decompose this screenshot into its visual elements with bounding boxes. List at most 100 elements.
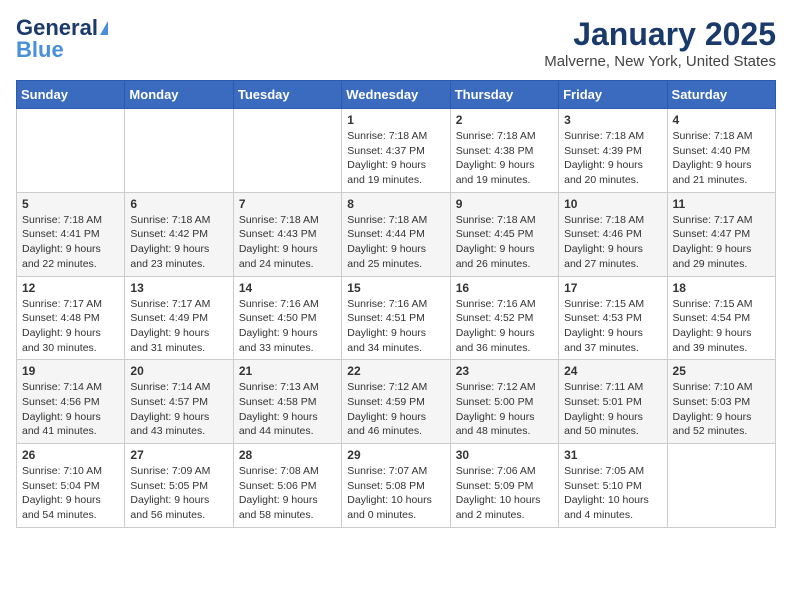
calendar-cell: 17 Sunrise: 7:15 AM Sunset: 4:53 PM Dayli… <box>559 276 667 360</box>
day-info: Sunrise: 7:18 AM Sunset: 4:40 PM Dayligh… <box>673 129 770 188</box>
page-header: General Blue January 2025 Malverne, New … <box>16 16 776 70</box>
weekday-header-sunday: Sunday <box>17 81 125 109</box>
month-title: January 2025 <box>544 16 776 53</box>
calendar-week-row: 19 Sunrise: 7:14 AM Sunset: 4:56 PM Dayli… <box>17 360 776 444</box>
location: Malverne, New York, United States <box>544 53 776 70</box>
day-info: Sunrise: 7:15 AM Sunset: 4:54 PM Dayligh… <box>673 297 770 356</box>
calendar-cell: 15 Sunrise: 7:16 AM Sunset: 4:51 PM Dayli… <box>342 276 450 360</box>
day-number: 16 <box>456 281 553 295</box>
calendar-week-row: 26 Sunrise: 7:10 AM Sunset: 5:04 PM Dayli… <box>17 444 776 528</box>
calendar-cell: 30Sunrise: 7:06 AM Sunset: 5:09 PM Dayli… <box>450 444 558 528</box>
calendar-cell: 26 Sunrise: 7:10 AM Sunset: 5:04 PM Dayli… <box>17 444 125 528</box>
weekday-header-wednesday: Wednesday <box>342 81 450 109</box>
day-number: 10 <box>564 197 661 211</box>
day-number: 15 <box>347 281 444 295</box>
day-info: Sunrise: 7:18 AM Sunset: 4:39 PM Dayligh… <box>564 129 661 188</box>
calendar-cell: 11Sunrise: 7:17 AM Sunset: 4:47 PM Dayli… <box>667 192 775 276</box>
day-number: 3 <box>564 113 661 127</box>
day-info: Sunrise: 7:18 AM Sunset: 4:37 PM Dayligh… <box>347 129 444 188</box>
day-number: 5 <box>22 197 119 211</box>
calendar-cell: 10 Sunrise: 7:18 AM Sunset: 4:46 PM Dayli… <box>559 192 667 276</box>
weekday-header-friday: Friday <box>559 81 667 109</box>
day-info: Sunrise: 7:10 AM Sunset: 5:03 PM Dayligh… <box>673 380 770 439</box>
logo-blue: Blue <box>16 38 64 62</box>
day-number: 28 <box>239 448 336 462</box>
day-number: 2 <box>456 113 553 127</box>
day-info: Sunrise: 7:18 AM Sunset: 4:46 PM Dayligh… <box>564 213 661 272</box>
calendar-cell: 13Sunrise: 7:17 AM Sunset: 4:49 PM Dayli… <box>125 276 233 360</box>
weekday-header-monday: Monday <box>125 81 233 109</box>
day-info: Sunrise: 7:12 AM Sunset: 4:59 PM Dayligh… <box>347 380 444 439</box>
calendar-cell: 24 Sunrise: 7:11 AM Sunset: 5:01 PM Dayli… <box>559 360 667 444</box>
day-number: 27 <box>130 448 227 462</box>
day-info: Sunrise: 7:17 AM Sunset: 4:49 PM Dayligh… <box>130 297 227 356</box>
calendar-cell: 3 Sunrise: 7:18 AM Sunset: 4:39 PM Daylig… <box>559 109 667 193</box>
day-info: Sunrise: 7:10 AM Sunset: 5:04 PM Dayligh… <box>22 464 119 523</box>
day-number: 1 <box>347 113 444 127</box>
day-number: 4 <box>673 113 770 127</box>
calendar-week-row: 1 Sunrise: 7:18 AM Sunset: 4:37 PM Daylig… <box>17 109 776 193</box>
day-info: Sunrise: 7:14 AM Sunset: 4:57 PM Dayligh… <box>130 380 227 439</box>
calendar-cell: 28 Sunrise: 7:08 AM Sunset: 5:06 PM Dayli… <box>233 444 341 528</box>
day-number: 17 <box>564 281 661 295</box>
day-info: Sunrise: 7:08 AM Sunset: 5:06 PM Dayligh… <box>239 464 336 523</box>
calendar-cell: 31Sunrise: 7:05 AM Sunset: 5:10 PM Dayli… <box>559 444 667 528</box>
day-info: Sunrise: 7:14 AM Sunset: 4:56 PM Dayligh… <box>22 380 119 439</box>
calendar-cell: 19 Sunrise: 7:14 AM Sunset: 4:56 PM Dayli… <box>17 360 125 444</box>
calendar-cell: 7 Sunrise: 7:18 AM Sunset: 4:43 PM Daylig… <box>233 192 341 276</box>
title-block: January 2025 Malverne, New York, United … <box>544 16 776 70</box>
day-info: Sunrise: 7:16 AM Sunset: 4:51 PM Dayligh… <box>347 297 444 356</box>
day-number: 8 <box>347 197 444 211</box>
calendar-cell <box>233 109 341 193</box>
calendar-cell: 27 Sunrise: 7:09 AM Sunset: 5:05 PM Dayli… <box>125 444 233 528</box>
day-number: 22 <box>347 364 444 378</box>
calendar-cell: 6Sunrise: 7:18 AM Sunset: 4:42 PM Daylig… <box>125 192 233 276</box>
calendar-cell <box>17 109 125 193</box>
day-info: Sunrise: 7:11 AM Sunset: 5:01 PM Dayligh… <box>564 380 661 439</box>
logo: General Blue <box>16 16 108 62</box>
calendar-cell: 29 Sunrise: 7:07 AM Sunset: 5:08 PM Dayli… <box>342 444 450 528</box>
logo-triangle-icon <box>100 21 108 35</box>
calendar-week-row: 12Sunrise: 7:17 AM Sunset: 4:48 PM Dayli… <box>17 276 776 360</box>
day-number: 24 <box>564 364 661 378</box>
calendar-cell: 9Sunrise: 7:18 AM Sunset: 4:45 PM Daylig… <box>450 192 558 276</box>
calendar-cell: 16 Sunrise: 7:16 AM Sunset: 4:52 PM Dayli… <box>450 276 558 360</box>
day-number: 14 <box>239 281 336 295</box>
calendar-table: SundayMondayTuesdayWednesdayThursdayFrid… <box>16 80 776 528</box>
day-info: Sunrise: 7:07 AM Sunset: 5:08 PM Dayligh… <box>347 464 444 523</box>
calendar-cell: 21 Sunrise: 7:13 AM Sunset: 4:58 PM Dayli… <box>233 360 341 444</box>
day-info: Sunrise: 7:16 AM Sunset: 4:52 PM Dayligh… <box>456 297 553 356</box>
day-info: Sunrise: 7:05 AM Sunset: 5:10 PM Dayligh… <box>564 464 661 523</box>
calendar-cell <box>125 109 233 193</box>
weekday-header-tuesday: Tuesday <box>233 81 341 109</box>
day-number: 11 <box>673 197 770 211</box>
calendar-cell: 25Sunrise: 7:10 AM Sunset: 5:03 PM Dayli… <box>667 360 775 444</box>
day-number: 30 <box>456 448 553 462</box>
day-info: Sunrise: 7:09 AM Sunset: 5:05 PM Dayligh… <box>130 464 227 523</box>
day-number: 6 <box>130 197 227 211</box>
calendar-cell: 12Sunrise: 7:17 AM Sunset: 4:48 PM Dayli… <box>17 276 125 360</box>
calendar-cell: 8 Sunrise: 7:18 AM Sunset: 4:44 PM Daylig… <box>342 192 450 276</box>
day-info: Sunrise: 7:18 AM Sunset: 4:44 PM Dayligh… <box>347 213 444 272</box>
day-number: 7 <box>239 197 336 211</box>
day-number: 29 <box>347 448 444 462</box>
day-info: Sunrise: 7:15 AM Sunset: 4:53 PM Dayligh… <box>564 297 661 356</box>
day-number: 26 <box>22 448 119 462</box>
calendar-cell: 1 Sunrise: 7:18 AM Sunset: 4:37 PM Daylig… <box>342 109 450 193</box>
weekday-header-thursday: Thursday <box>450 81 558 109</box>
day-info: Sunrise: 7:12 AM Sunset: 5:00 PM Dayligh… <box>456 380 553 439</box>
day-number: 21 <box>239 364 336 378</box>
day-info: Sunrise: 7:18 AM Sunset: 4:41 PM Dayligh… <box>22 213 119 272</box>
day-number: 12 <box>22 281 119 295</box>
weekday-header-row: SundayMondayTuesdayWednesdayThursdayFrid… <box>17 81 776 109</box>
calendar-cell: 5 Sunrise: 7:18 AM Sunset: 4:41 PM Daylig… <box>17 192 125 276</box>
day-info: Sunrise: 7:18 AM Sunset: 4:43 PM Dayligh… <box>239 213 336 272</box>
day-number: 20 <box>130 364 227 378</box>
calendar-cell: 22 Sunrise: 7:12 AM Sunset: 4:59 PM Dayli… <box>342 360 450 444</box>
day-number: 18 <box>673 281 770 295</box>
calendar-week-row: 5 Sunrise: 7:18 AM Sunset: 4:41 PM Daylig… <box>17 192 776 276</box>
calendar-cell: 20 Sunrise: 7:14 AM Sunset: 4:57 PM Dayli… <box>125 360 233 444</box>
day-info: Sunrise: 7:18 AM Sunset: 4:45 PM Dayligh… <box>456 213 553 272</box>
day-number: 19 <box>22 364 119 378</box>
day-info: Sunrise: 7:13 AM Sunset: 4:58 PM Dayligh… <box>239 380 336 439</box>
